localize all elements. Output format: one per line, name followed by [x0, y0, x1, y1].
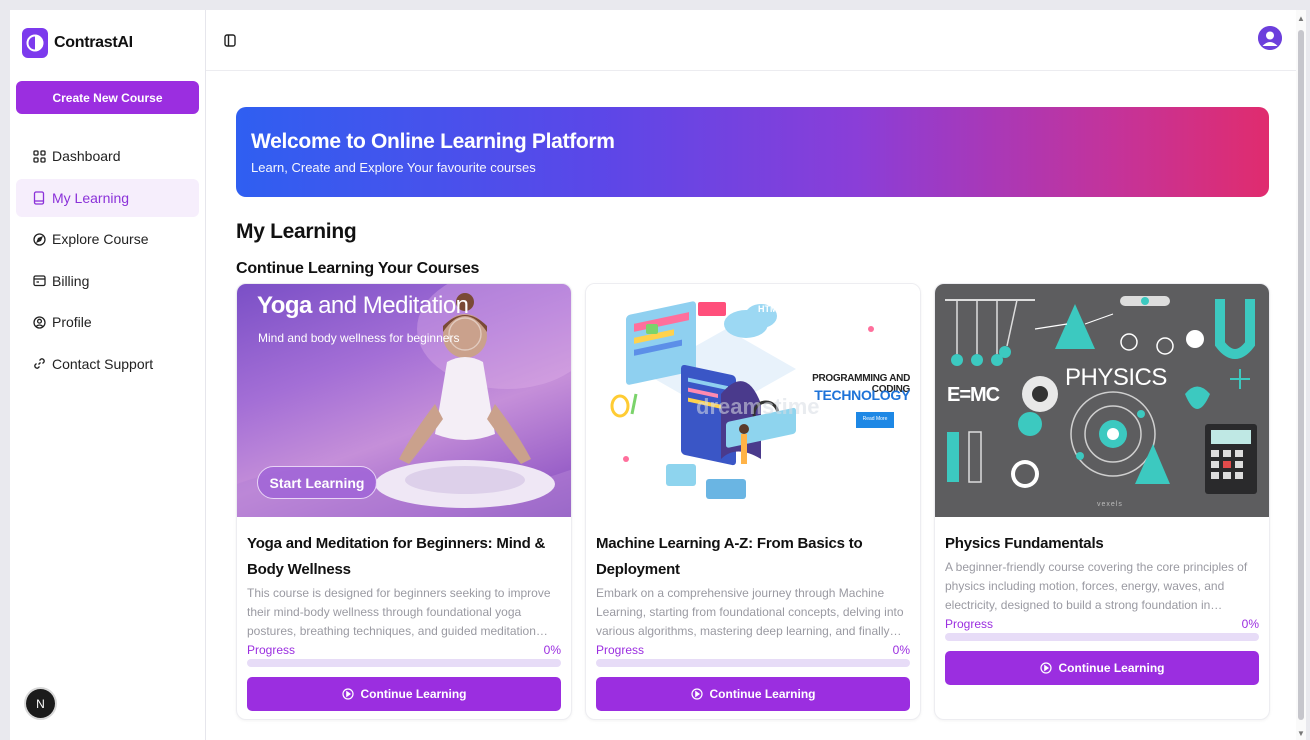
progress-row: Progress 0% [247, 643, 561, 657]
progress-row: Progress 0% [596, 643, 910, 657]
user-circle-icon [32, 315, 46, 329]
thumbnail-tagline: Mind and body wellness for beginners [258, 331, 460, 345]
play-circle-icon [341, 688, 354, 700]
sidebar: ContrastAI Create New Course Dashboard M… [10, 10, 206, 740]
sidebar-item-label: Profile [52, 314, 92, 330]
course-card-yoga[interactable]: Yoga and Meditation Mind and body wellne… [236, 283, 572, 720]
sidebar-item-dashboard[interactable]: Dashboard [16, 137, 199, 175]
banner-subtitle: Learn, Create and Explore Your favourite… [251, 160, 536, 175]
sidebar-item-label: Billing [52, 272, 90, 289]
progress-label: Progress [945, 617, 994, 631]
course-description: Embark on a comprehensive journey throug… [596, 586, 904, 638]
course-title[interactable]: Physics Fundamentals [945, 531, 1259, 557]
progress-value: 0% [543, 643, 561, 657]
progress-value: 0% [892, 643, 910, 657]
course-thumbnail: Yoga and Meditation Mind and body wellne… [237, 284, 571, 517]
scroll-down-icon[interactable]: ▼ [1297, 729, 1305, 738]
banner-title: Welcome to Online Learning Platform [251, 130, 615, 153]
user-avatar-icon[interactable] [1258, 26, 1282, 50]
link-icon [32, 357, 46, 371]
main-content: Welcome to Online Learning Platform Lear… [206, 71, 1296, 740]
book-icon [32, 190, 46, 205]
button-label: Continue Learning [360, 687, 467, 701]
progress-bar [596, 659, 910, 667]
vertical-scrollbar[interactable]: ▲ ▼ [1296, 10, 1306, 740]
sidebar-toggle-icon[interactable] [224, 34, 236, 48]
scroll-thumb[interactable] [1298, 30, 1304, 720]
thumbnail-formula: E=MC [947, 384, 1000, 406]
progress-bar [945, 633, 1259, 641]
sidebar-item-label: Dashboard [52, 148, 121, 164]
continue-learning-button[interactable]: Continue Learning [945, 651, 1259, 685]
sidebar-item-my-learning[interactable]: My Learning [16, 178, 199, 217]
dev-badge[interactable]: N [26, 689, 55, 718]
page-title: My Learning [236, 220, 357, 243]
thumbnail-read-more: Read More [862, 416, 888, 422]
html-tag-label: HTML [758, 304, 783, 314]
thumbnail-headline: Yoga and Meditation [257, 292, 469, 319]
wallet-icon [32, 274, 46, 288]
compass-icon [32, 232, 46, 246]
sidebar-item-explore-course[interactable]: Explore Course [16, 220, 199, 258]
course-description: A beginner-friendly course covering the … [945, 560, 1248, 612]
thumbnail-watermark: dreamstime [696, 394, 820, 419]
thumbnail-credit: vexels [1097, 501, 1123, 508]
top-bar [206, 10, 1306, 71]
course-title[interactable]: Yoga and Meditation for Beginners: Mind … [247, 531, 561, 583]
play-circle-icon [1039, 662, 1052, 674]
sidebar-item-label: Explore Course [52, 231, 149, 247]
sidebar-nav: Dashboard My Learning Explore Course Bil… [16, 137, 199, 386]
sidebar-item-billing[interactable]: Billing [16, 262, 199, 300]
progress-bar [247, 659, 561, 667]
button-label: Continue Learning [709, 687, 816, 701]
card-body: Yoga and Meditation for Beginners: Mind … [247, 531, 561, 711]
create-new-course-button[interactable]: Create New Course [16, 81, 199, 114]
progress-value: 0% [1241, 617, 1259, 631]
thumbnail-headline: PHYSICS [1065, 364, 1167, 391]
course-thumbnail: PHYSICS E=MC vexels [935, 284, 1269, 517]
course-thumbnail: HTML PROGRAMMING AND CODING TECHNOLOGY R… [586, 284, 920, 517]
progress-label: Progress [247, 643, 296, 657]
continue-learning-button[interactable]: Continue Learning [596, 677, 910, 711]
progress-row: Progress 0% [945, 617, 1259, 631]
sidebar-item-profile[interactable]: Profile [16, 303, 199, 341]
continue-learning-button[interactable]: Continue Learning [247, 677, 561, 711]
card-body: Physics Fundamentals A beginner-friendly… [945, 531, 1259, 685]
thumbnail-cta: Start Learning [257, 466, 377, 499]
app-window: ContrastAI Create New Course Dashboard M… [10, 10, 1306, 740]
sidebar-item-label: Contact Support [52, 355, 154, 372]
button-label: Continue Learning [1058, 661, 1165, 675]
play-circle-icon [690, 688, 703, 700]
course-card-machine-learning[interactable]: HTML PROGRAMMING AND CODING TECHNOLOGY R… [585, 283, 921, 720]
sidebar-item-label: My Learning [52, 189, 130, 206]
logo[interactable]: ContrastAI [22, 28, 133, 58]
app-name: ContrastAI [54, 34, 133, 51]
course-card-physics[interactable]: PHYSICS E=MC vexels Physics Fundamentals… [934, 283, 1270, 720]
welcome-banner: Welcome to Online Learning Platform Lear… [236, 107, 1269, 197]
sidebar-item-contact-support[interactable]: Contact Support [16, 345, 199, 383]
progress-label: Progress [596, 643, 645, 657]
scroll-up-icon[interactable]: ▲ [1297, 14, 1305, 23]
grid-icon [32, 149, 46, 163]
course-title[interactable]: Machine Learning A-Z: From Basics to Dep… [596, 531, 910, 583]
logo-icon [22, 28, 48, 58]
course-description: This course is designed for beginners se… [247, 586, 551, 638]
card-body: Machine Learning A-Z: From Basics to Dep… [596, 531, 910, 711]
section-title: Continue Learning Your Courses [236, 260, 480, 277]
